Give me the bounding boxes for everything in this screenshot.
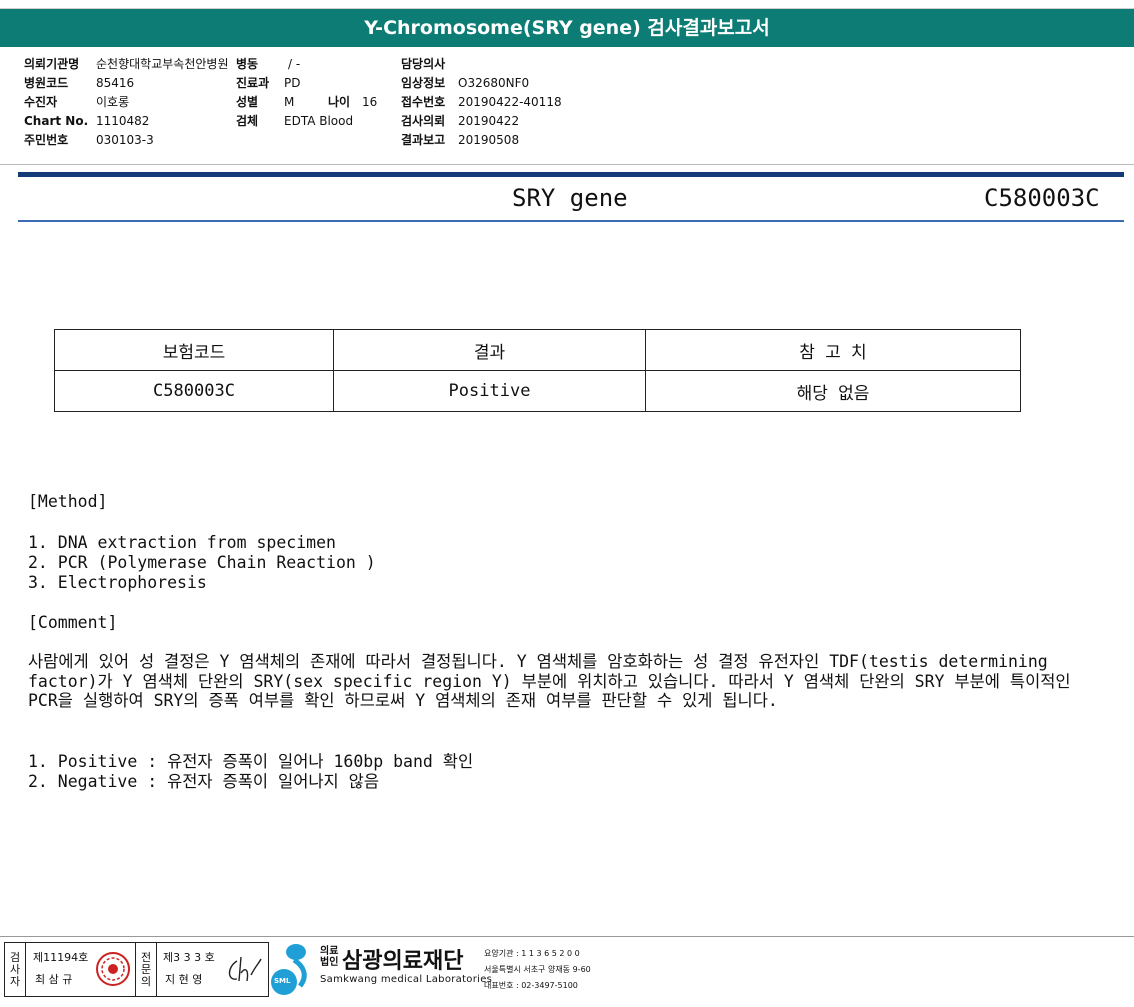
info-row-report-date: 결과보고 20190508 <box>401 131 562 150</box>
info-row-request-date: 검사의뢰 20190422 <box>401 112 562 131</box>
info-label: 검사의뢰 <box>401 114 446 128</box>
report-title: Y-Chromosome(SRY gene) 검사결과보고서 <box>0 9 1134 47</box>
info-label: Chart No. <box>24 114 89 128</box>
info-row-clinical: 임상정보 O32680NF0 <box>401 74 562 93</box>
comment-heading: [Comment] <box>28 613 118 632</box>
info-row-ward: 병동 / - <box>236 55 377 74</box>
result-table: 보험코드 결과 참 고 치 C580003C Positive 해당 없음 <box>54 329 1021 412</box>
cell-reference: 해당 없음 <box>645 370 1021 412</box>
cell-result: Positive <box>333 370 646 412</box>
info-label: 접수번호 <box>401 95 446 109</box>
info-label: 수진자 <box>24 95 58 109</box>
info-value: 1110482 <box>96 114 150 128</box>
info-value: 16 <box>362 95 378 109</box>
logo-text: SML <box>274 977 291 985</box>
info-row-doctor: 담당의사 <box>401 55 562 74</box>
header-separator <box>0 164 1134 165</box>
seal-stamp-icon <box>96 952 130 986</box>
header-result: 결과 <box>333 329 646 371</box>
info-value: 이호롱 <box>96 95 130 109</box>
table-row: C580003C Positive 해당 없음 <box>54 370 1021 412</box>
info-label: 검체 <box>236 114 259 128</box>
top-border <box>0 0 1134 9</box>
specialist-label: 전문의 <box>136 943 157 996</box>
info-row-patient: 수진자 이호롱 <box>24 93 228 112</box>
section-rule-top <box>18 172 1124 177</box>
address: 서울특별시 서초구 양재동 9-60 <box>484 965 591 974</box>
info-label: 임상정보 <box>401 76 446 90</box>
examiner-name: 최 삼 규 <box>35 973 73 986</box>
footer-separator <box>0 936 1134 937</box>
info-value: PD <box>284 76 301 90</box>
info-label: 담당의사 <box>401 57 446 71</box>
header-insurance-code: 보험코드 <box>54 329 334 371</box>
sml-logo-icon <box>271 944 307 995</box>
info-row-chart-no: Chart No. 1110482 <box>24 112 228 131</box>
examiner-label: 검사자 <box>5 943 26 996</box>
info-value: 20190422-40118 <box>458 95 562 109</box>
info-value: EDTA Blood <box>284 114 354 128</box>
info-value: 20190422 <box>458 114 520 128</box>
info-value: 20190508 <box>458 133 520 147</box>
method-item-3: 3. Electrophoresis <box>28 573 207 592</box>
info-label: 주민번호 <box>24 133 69 147</box>
method-item-1: 1. DNA extraction from specimen <box>28 533 336 552</box>
comment-item-1: 1. Positive : 유전자 증폭이 일어나 160bp band 확인 <box>28 752 474 771</box>
examiner-number: 제11194호 <box>33 951 89 964</box>
info-label: 성별 <box>236 95 259 109</box>
phone: 대표번호 : 02-3497-5100 <box>484 981 578 990</box>
org-contact: 요양기관 : 1 1 3 6 5 2 0 0 서울특별시 서초구 양재동 9-6… <box>484 946 591 994</box>
comment-item-2: 2. Negative : 유전자 증폭이 일어나지 않음 <box>28 772 380 791</box>
info-label: 진료과 <box>236 76 270 90</box>
org-name: 삼광의료재단 <box>342 949 464 974</box>
method-heading: [Method] <box>28 492 108 511</box>
info-label: 병원코드 <box>24 76 69 90</box>
section-rule-bottom <box>18 220 1124 222</box>
info-row-sex-age: 성별 M 나이 16 <box>236 93 377 112</box>
patient-info-col2: 병동 / - 진료과 PD 성별 M 나이 16 검체 EDTA Blood <box>236 55 377 131</box>
cell-insurance-code: C580003C <box>54 370 334 412</box>
info-row-specimen: 검체 EDTA Blood <box>236 112 377 131</box>
info-label: 결과보고 <box>401 133 446 147</box>
info-value: / - <box>288 57 301 71</box>
info-value: 030103-3 <box>96 133 154 147</box>
care-code: 요양기관 : 1 1 3 6 5 2 0 0 <box>484 949 580 958</box>
test-name: SRY gene <box>512 184 628 212</box>
header-reference: 참 고 치 <box>645 329 1021 371</box>
org-logo: SML <box>270 942 320 1000</box>
info-row-resident-no: 주민번호 030103-3 <box>24 131 228 150</box>
specialist-name: 지 현 영 <box>165 973 203 986</box>
info-value: 85416 <box>96 76 135 90</box>
org-legal-type: 의료 법인 <box>320 946 339 968</box>
patient-info-col1: 의뢰기관명 순천향대학교부속천안병원 병원코드 85416 수진자 이호롱 Chart… <box>24 55 228 150</box>
info-label: 나이 <box>328 95 351 109</box>
comment-paragraph: 사람에게 있어 성 결정은 Y 염색체의 존재에 따라서 결정됩니다. Y 염색… <box>28 652 1071 710</box>
info-row-institution: 의뢰기관명 순천향대학교부속천안병원 <box>24 55 228 74</box>
info-value: O32680NF0 <box>458 76 530 90</box>
result-table-header: 보험코드 결과 참 고 치 <box>54 329 1021 371</box>
info-label: 의뢰기관명 <box>24 57 80 71</box>
method-item-2: 2. PCR (Polymerase Chain Reaction ) <box>28 553 376 572</box>
patient-info-col3: 담당의사 임상정보 O32680NF0 접수번호 20190422-40118 검사… <box>401 55 562 150</box>
info-row-hospital-code: 병원코드 85416 <box>24 74 228 93</box>
test-code: C580003C <box>984 184 1100 212</box>
info-row-dept: 진료과 PD <box>236 74 377 93</box>
info-value: 순천향대학교부속천안병원 <box>96 57 229 71</box>
info-value: M <box>284 95 295 109</box>
handwritten-signature-icon <box>228 956 262 982</box>
signature-box: 검사자 제11194호 최 삼 규 전문의 제3 3 3 호 지 현 영 <box>4 942 269 997</box>
info-row-receipt-no: 접수번호 20190422-40118 <box>401 93 562 112</box>
org-english-name: Samkwang medical Laboratories <box>320 974 493 985</box>
specialist-number: 제3 3 3 호 <box>163 951 215 964</box>
info-label: 병동 <box>236 57 259 71</box>
